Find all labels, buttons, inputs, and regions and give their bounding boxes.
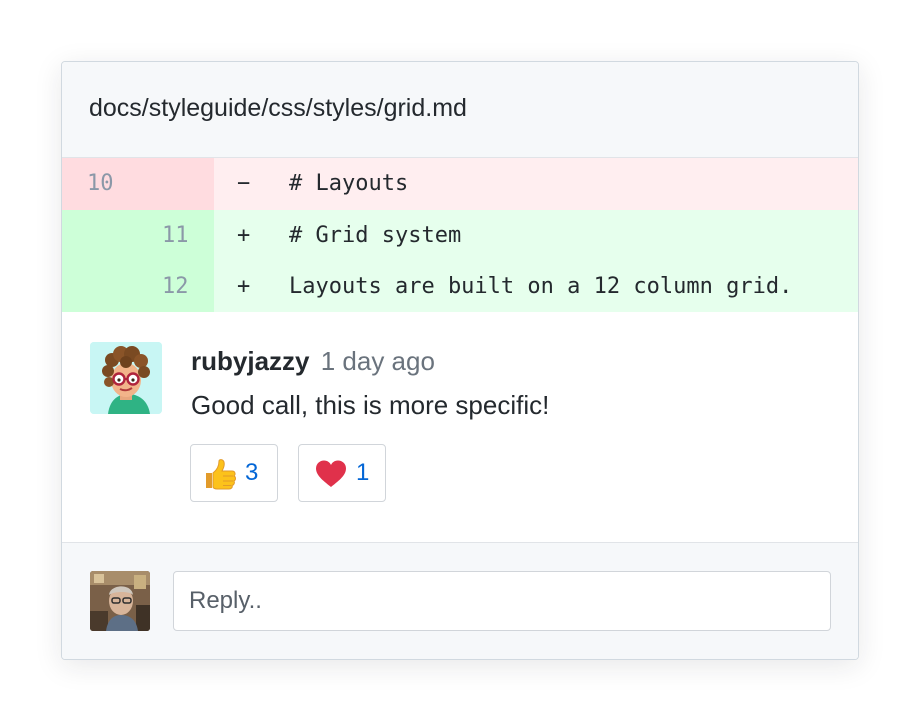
comment-timestamp[interactable]: 1 day ago — [321, 346, 435, 376]
user-photo-icon — [90, 571, 150, 631]
comment-body: Good call, this is more specific! — [191, 390, 550, 420]
heart-count: 1 — [356, 459, 370, 486]
author-avatar[interactable] — [90, 342, 162, 414]
file-header: docs/styleguide/css/styles/grid.md — [62, 62, 858, 158]
diff-comment-card: docs/styleguide/css/styles/grid.md 10 − … — [61, 61, 859, 660]
new-line-number[interactable]: 11 — [162, 210, 189, 261]
thumbs-up-reaction-button[interactable]: 3 — [190, 444, 278, 502]
old-line-number[interactable]: 10 — [87, 158, 114, 209]
diff-line-addition: 12 + Layouts are built on a 12 column gr… — [62, 261, 858, 312]
reply-bar — [62, 542, 858, 659]
diff-view: 10 − # Layouts 11 + # Grid system 12 + L… — [62, 158, 858, 312]
line-number-gutter: 11 — [62, 210, 214, 261]
thumbs-up-count: 3 — [245, 459, 259, 486]
line-number-gutter: 10 — [62, 158, 214, 210]
diff-line-deletion: 10 − # Layouts — [62, 158, 858, 210]
diff-marker: + — [237, 223, 251, 248]
file-path[interactable]: docs/styleguide/css/styles/grid.md — [89, 92, 467, 124]
heart-reaction-button[interactable]: 1 — [298, 444, 386, 502]
reply-input[interactable] — [173, 571, 831, 631]
code-line: Layouts are built on a 12 column grid. — [289, 274, 793, 299]
thumbs-up-icon — [206, 459, 236, 490]
diff-line-addition: 11 + # Grid system — [62, 210, 858, 261]
new-line-number[interactable]: 12 — [162, 261, 189, 312]
line-number-gutter: 12 — [62, 261, 214, 312]
diff-marker: + — [237, 274, 251, 299]
diff-marker: − — [237, 171, 251, 196]
code-line: # Layouts — [289, 171, 409, 196]
current-user-avatar[interactable] — [90, 571, 150, 631]
cartoon-avatar-icon — [90, 342, 162, 414]
review-comment: rubyjazzy 1 day ago Good call, this is m… — [62, 312, 858, 542]
heart-icon — [316, 460, 346, 487]
code-line: # Grid system — [289, 223, 462, 248]
comment-header: rubyjazzy 1 day ago — [191, 344, 435, 378]
comment-author[interactable]: rubyjazzy — [191, 346, 310, 376]
